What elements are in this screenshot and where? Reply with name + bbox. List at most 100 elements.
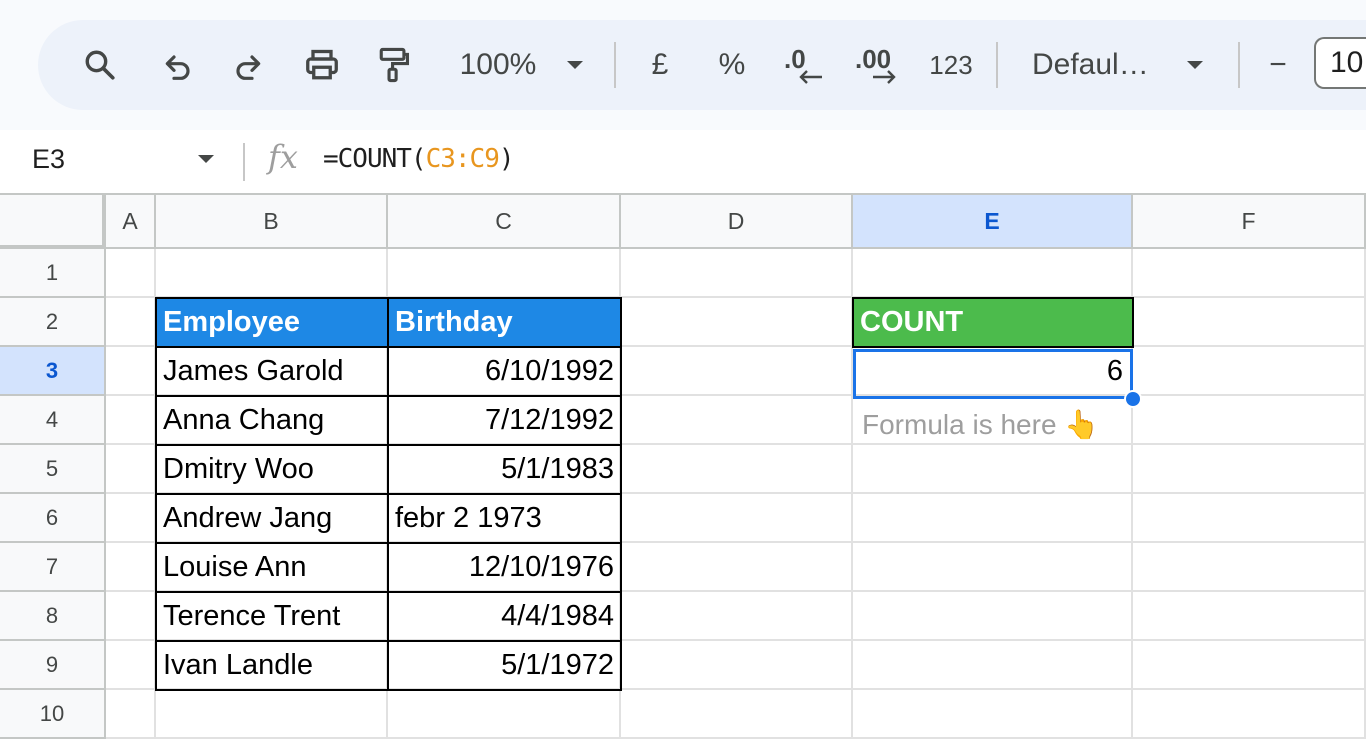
cell[interactable] [1133, 690, 1366, 739]
row-header-8[interactable]: 8 [0, 592, 106, 641]
cell[interactable] [1133, 641, 1366, 690]
cell[interactable] [388, 690, 621, 739]
employee-name-cell[interactable]: Dmitry Woo [156, 445, 388, 494]
birthday-cell[interactable]: 7/12/1992 [388, 396, 621, 445]
minus-label: − [1269, 48, 1287, 81]
birthday-cell[interactable]: 4/4/1984 [388, 592, 621, 641]
birthday-header[interactable]: Birthday [388, 298, 621, 347]
cell[interactable] [106, 249, 156, 298]
cell[interactable] [1133, 249, 1366, 298]
cell[interactable] [106, 641, 156, 690]
cell[interactable] [106, 592, 156, 641]
fill-handle[interactable] [1124, 390, 1142, 408]
chevron-down-icon[interactable] [562, 20, 588, 110]
row-header-7[interactable]: 7 [0, 543, 106, 592]
cell[interactable] [106, 347, 156, 396]
undo-icon[interactable] [158, 20, 198, 110]
increase-decimal-button[interactable]: .00 [852, 20, 908, 110]
column-header-f[interactable]: F [1133, 195, 1366, 249]
employee-name-cell[interactable]: Anna Chang [156, 396, 388, 445]
cell[interactable] [621, 494, 853, 543]
toolbar-divider [996, 42, 998, 88]
employee-name-cell[interactable]: James Garold [156, 347, 388, 396]
row-header-1[interactable]: 1 [0, 249, 106, 298]
font-size-input[interactable]: 10 [1314, 37, 1366, 89]
cell[interactable] [853, 494, 1133, 543]
cell[interactable] [621, 543, 853, 592]
cell[interactable] [621, 347, 853, 396]
cell[interactable] [106, 445, 156, 494]
more-formats-button[interactable]: 123 [926, 20, 976, 110]
cell[interactable] [853, 641, 1133, 690]
column-header-a[interactable]: A [106, 195, 156, 249]
cell[interactable] [106, 298, 156, 347]
chevron-down-icon[interactable] [1182, 20, 1208, 110]
cell[interactable] [1133, 396, 1366, 445]
table-divider [156, 346, 621, 348]
cell[interactable] [853, 445, 1133, 494]
cell[interactable] [388, 249, 621, 298]
cell[interactable] [621, 592, 853, 641]
paint-format-icon[interactable] [374, 20, 414, 110]
cell[interactable] [853, 592, 1133, 641]
formula-input[interactable]: =COUNT(C3:C9) [323, 144, 514, 174]
zoom-select[interactable]: 100% [448, 20, 548, 110]
row-header-6[interactable]: 6 [0, 494, 106, 543]
cell[interactable] [621, 690, 853, 739]
print-icon[interactable] [300, 20, 344, 110]
cell[interactable] [1133, 592, 1366, 641]
employee-name-cell[interactable]: Andrew Jang [156, 494, 388, 543]
row-header-4[interactable]: 4 [0, 396, 106, 445]
redo-icon[interactable] [228, 20, 268, 110]
birthday-cell[interactable]: 5/1/1983 [388, 445, 621, 494]
cell[interactable] [621, 641, 853, 690]
row-header-5[interactable]: 5 [0, 445, 106, 494]
decrease-decimal-button[interactable]: .0 [780, 20, 830, 110]
cell[interactable] [621, 298, 853, 347]
cell[interactable] [106, 690, 156, 739]
cell[interactable] [156, 249, 388, 298]
cell[interactable] [1133, 298, 1366, 347]
cell[interactable] [106, 396, 156, 445]
employee-header[interactable]: Employee [156, 298, 388, 347]
cell[interactable] [621, 249, 853, 298]
name-box[interactable]: E3 [32, 144, 65, 175]
search-icon[interactable] [78, 20, 122, 110]
cell[interactable] [621, 445, 853, 494]
decrease-font-size-button[interactable]: − [1260, 20, 1296, 110]
select-all-corner[interactable] [0, 195, 106, 249]
cell[interactable] [1133, 347, 1366, 396]
percent-format-button[interactable]: % [712, 20, 752, 110]
row-header-9[interactable]: 9 [0, 641, 106, 690]
birthday-cell[interactable]: 12/10/1976 [388, 543, 621, 592]
employee-name-cell[interactable]: Louise Ann [156, 543, 388, 592]
cell[interactable] [853, 249, 1133, 298]
birthday-cell[interactable]: febr 2 1973 [388, 494, 621, 543]
row-header-3[interactable]: 3 [0, 347, 106, 396]
cell[interactable] [156, 690, 388, 739]
toolbar: 100% £ % .0 .00 123 Defaul… − 10 [38, 20, 1366, 110]
row-header-10[interactable]: 10 [0, 690, 106, 739]
employee-name-cell[interactable]: Terence Trent [156, 592, 388, 641]
cell[interactable] [1133, 494, 1366, 543]
percent-label: % [718, 48, 746, 81]
cell[interactable] [106, 543, 156, 592]
cell[interactable] [1133, 543, 1366, 592]
chevron-down-icon[interactable] [196, 152, 216, 170]
employee-name-cell[interactable]: Ivan Landle [156, 641, 388, 690]
cell[interactable] [1133, 445, 1366, 494]
column-header-d[interactable]: D [621, 195, 853, 249]
column-header-c[interactable]: C [388, 195, 621, 249]
cell[interactable] [853, 690, 1133, 739]
font-select[interactable]: Defaul… [1032, 20, 1158, 110]
birthday-cell[interactable]: 6/10/1992 [388, 347, 621, 396]
birthday-cell[interactable]: 5/1/1972 [388, 641, 621, 690]
column-header-b[interactable]: B [156, 195, 388, 249]
cell[interactable] [106, 494, 156, 543]
column-header-e[interactable]: E [853, 195, 1133, 249]
count-header[interactable]: COUNT [853, 298, 1133, 347]
cell[interactable] [621, 396, 853, 445]
currency-format-button[interactable]: £ [642, 20, 678, 110]
row-header-2[interactable]: 2 [0, 298, 106, 347]
cell[interactable] [853, 543, 1133, 592]
